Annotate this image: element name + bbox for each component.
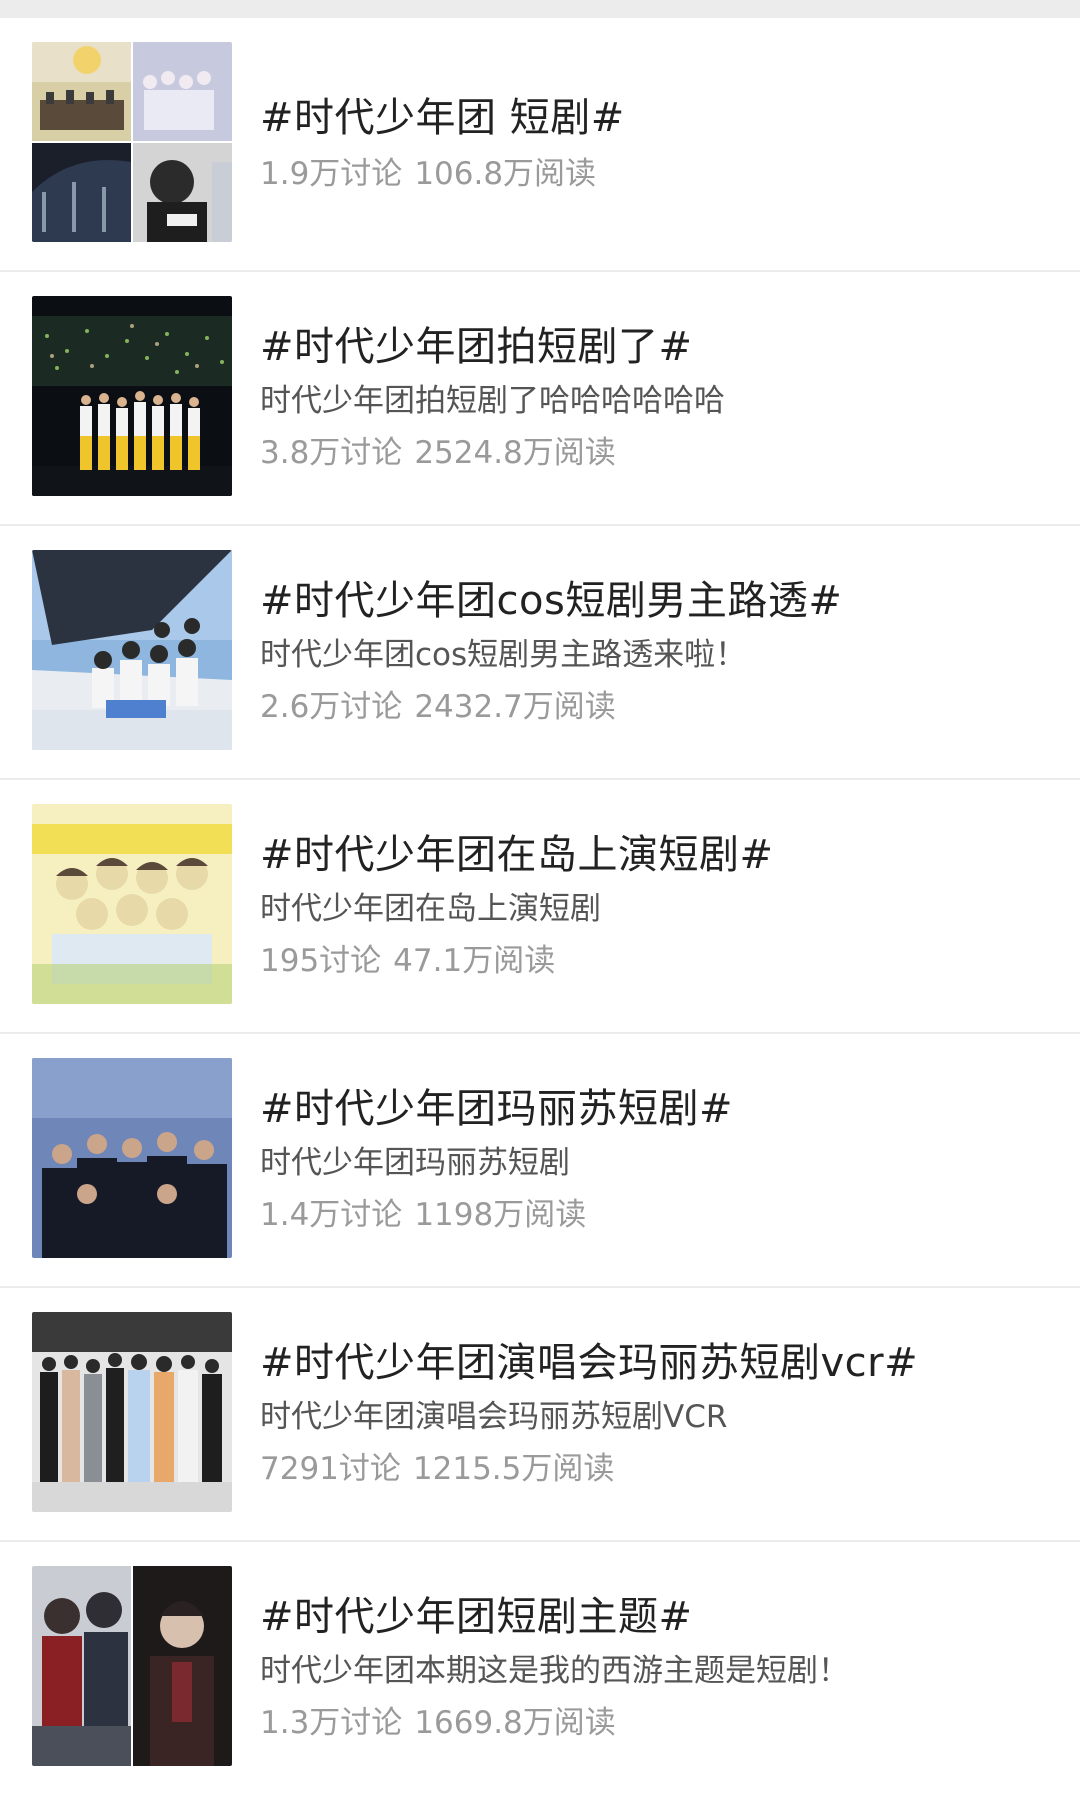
topic-thumbnail[interactable] xyxy=(32,1566,232,1766)
topic-stats: 2.6万讨论 2432.7万阅读 xyxy=(260,685,1060,729)
read-count: 47.1万阅读 xyxy=(393,943,556,979)
topic-text: #时代少年团短剧主题# 时代少年团本期这是我的西游主题是短剧！ 1.3万讨论 16… xyxy=(260,1542,1060,1794)
read-count: 2432.7万阅读 xyxy=(414,689,616,725)
topic-text: #时代少年团 短剧# 1.9万讨论 106.8万阅读 xyxy=(260,18,1060,270)
discussion-count: 2.6万讨论 xyxy=(260,689,403,725)
topic-thumbnail[interactable] xyxy=(32,42,232,242)
topic-text: #时代少年团在岛上演短剧# 时代少年团在岛上演短剧 195讨论 47.1万阅读 xyxy=(260,780,1060,1032)
topic-item[interactable]: #时代少年团在岛上演短剧# 时代少年团在岛上演短剧 195讨论 47.1万阅读 xyxy=(0,780,1080,1034)
discussion-count: 1.9万讨论 xyxy=(260,156,403,192)
topic-thumbnail[interactable] xyxy=(32,1058,232,1258)
topic-text: #时代少年团玛丽苏短剧# 时代少年团玛丽苏短剧 1.4万讨论 1198万阅读 xyxy=(260,1034,1060,1286)
topic-item[interactable]: #时代少年团 短剧# 1.9万讨论 106.8万阅读 xyxy=(0,18,1080,272)
topic-text: #时代少年团cos短剧男主路透# 时代少年团cos短剧男主路透来啦！ 2.6万讨… xyxy=(260,526,1060,778)
topic-list: #时代少年团 短剧# 1.9万讨论 106.8万阅读 #时代少年团拍短剧了# 时… xyxy=(0,18,1080,1796)
topic-title[interactable]: #时代少年团拍短剧了# xyxy=(260,321,1060,373)
topic-description: 时代少年团玛丽苏短剧 xyxy=(260,1145,570,1181)
topic-title[interactable]: #时代少年团cos短剧男主路透# xyxy=(260,575,1060,627)
top-status-strip xyxy=(0,0,1080,18)
topic-thumbnail[interactable] xyxy=(32,1312,232,1512)
topic-text: #时代少年团演唱会玛丽苏短剧vcr# 时代少年团演唱会玛丽苏短剧VCR 7291… xyxy=(260,1288,1060,1540)
topic-title[interactable]: #时代少年团玛丽苏短剧# xyxy=(260,1083,1060,1135)
topic-item[interactable]: #时代少年团拍短剧了# 时代少年团拍短剧了哈哈哈哈哈哈 3.8万讨论 2524.8… xyxy=(0,272,1080,526)
read-count: 1669.8万阅读 xyxy=(414,1705,616,1741)
topic-item[interactable]: #时代少年团短剧主题# 时代少年团本期这是我的西游主题是短剧！ 1.3万讨论 16… xyxy=(0,1542,1080,1796)
topic-title[interactable]: #时代少年团短剧主题# xyxy=(260,1591,1060,1643)
topic-item[interactable]: #时代少年团玛丽苏短剧# 时代少年团玛丽苏短剧 1.4万讨论 1198万阅读 xyxy=(0,1034,1080,1288)
discussion-count: 1.3万讨论 xyxy=(260,1705,403,1741)
topic-title[interactable]: #时代少年团在岛上演短剧# xyxy=(260,829,1060,881)
discussion-count: 195讨论 xyxy=(260,943,382,979)
topic-title[interactable]: #时代少年团演唱会玛丽苏短剧vcr# xyxy=(260,1337,1060,1389)
topic-thumbnail[interactable] xyxy=(32,296,232,496)
topic-description: 时代少年团演唱会玛丽苏短剧VCR xyxy=(260,1399,728,1435)
discussion-count: 7291讨论 xyxy=(260,1451,401,1487)
topic-stats: 1.4万讨论 1198万阅读 xyxy=(260,1193,1060,1237)
topic-thumbnail[interactable] xyxy=(32,804,232,1004)
topic-description: 时代少年团在岛上演短剧 xyxy=(260,891,601,927)
discussion-count: 1.4万讨论 xyxy=(260,1197,403,1233)
topic-description: 时代少年团本期这是我的西游主题是短剧！ xyxy=(260,1653,849,1689)
topic-item[interactable]: #时代少年团cos短剧男主路透# 时代少年团cos短剧男主路透来啦！ 2.6万讨… xyxy=(0,526,1080,780)
topic-stats: 3.8万讨论 2524.8万阅读 xyxy=(260,431,1060,475)
discussion-count: 3.8万讨论 xyxy=(260,435,403,471)
topic-stats: 1.9万讨论 106.8万阅读 xyxy=(260,152,1060,196)
topic-thumbnail[interactable] xyxy=(32,550,232,750)
topic-stats: 7291讨论 1215.5万阅读 xyxy=(260,1447,1060,1491)
topic-stats: 195讨论 47.1万阅读 xyxy=(260,939,1060,983)
read-count: 1215.5万阅读 xyxy=(412,1451,615,1487)
read-count: 2524.8万阅读 xyxy=(414,435,616,471)
read-count: 106.8万阅读 xyxy=(414,156,597,192)
topic-description: 时代少年团cos短剧男主路透来啦！ xyxy=(260,637,747,673)
topic-title[interactable]: #时代少年团 短剧# xyxy=(260,92,1060,144)
read-count: 1198万阅读 xyxy=(414,1197,587,1233)
topic-stats: 1.3万讨论 1669.8万阅读 xyxy=(260,1701,1060,1745)
topic-text: #时代少年团拍短剧了# 时代少年团拍短剧了哈哈哈哈哈哈 3.8万讨论 2524.8… xyxy=(260,272,1060,524)
topic-item[interactable]: #时代少年团演唱会玛丽苏短剧vcr# 时代少年团演唱会玛丽苏短剧VCR 7291… xyxy=(0,1288,1080,1542)
topic-description: 时代少年团拍短剧了哈哈哈哈哈哈 xyxy=(260,383,725,419)
